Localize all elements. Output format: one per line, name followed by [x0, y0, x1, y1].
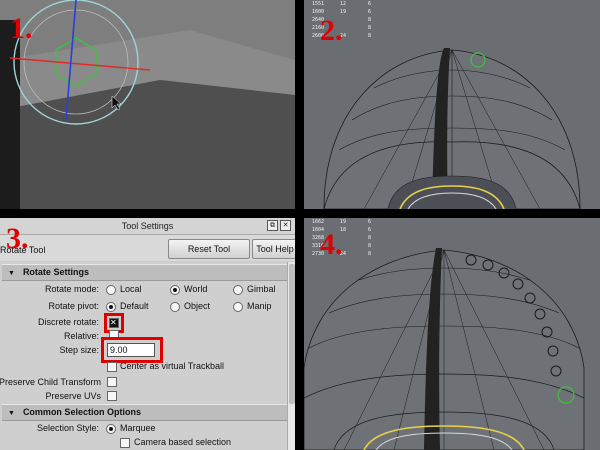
tool-header: Rotate Tool Reset Tool Tool Help [0, 235, 295, 261]
rotate-settings-label: Rotate Settings [22, 267, 89, 277]
viewport-4-scene [304, 248, 585, 450]
rotate-pivot-object-label: Object [184, 301, 211, 311]
relative-label: Relative: [63, 331, 99, 341]
viewport-1-scene [0, 0, 295, 209]
step-number-4: 4. [320, 228, 343, 261]
selection-style-marquee-radio[interactable] [106, 424, 116, 434]
rotate-mode-gimbal-label: Gimbal [247, 284, 276, 294]
trackball-label: Center as virtual Trackball [120, 361, 225, 371]
scrollbar-thumb[interactable] [289, 264, 295, 404]
rotate-mode-local-radio[interactable] [106, 285, 116, 295]
rotate-mode-label: Rotate mode: [44, 284, 99, 294]
step-number-2: 2. [320, 14, 343, 47]
preserve-child-label: Preserve Child Transform [0, 377, 101, 387]
collapse-triangle-icon: ▼ [8, 410, 15, 417]
rotate-pivot-default-radio[interactable] [106, 302, 116, 312]
preserve-uvs-checkbox[interactable] [107, 391, 117, 401]
common-selection-label: Common Selection Options [22, 407, 141, 417]
float-window-icon[interactable]: ⧉ [267, 220, 278, 231]
step-number-1: 1. [10, 12, 33, 45]
discrete-rotate-label: Discrete rotate: [37, 317, 99, 327]
viewport-panel-4[interactable]: 1662 19 6 1604 18 6 3268 8 3316 8 2730 24 8 4. [304, 218, 600, 450]
preserve-uvs-label: Preserve UVs [45, 391, 101, 401]
viewport-panel-2[interactable]: 1551 12 6 1600 19 6 2640 8 2160 8 2600 24 8 2. [304, 0, 600, 209]
preserve-child-checkbox[interactable] [107, 377, 117, 387]
rotate-pivot-manip-radio[interactable] [233, 302, 243, 312]
window-title: Tool Settings [121, 221, 174, 231]
rotate-pivot-object-radio[interactable] [170, 302, 180, 312]
tool-settings-panel: Tool Settings ⧉ ✕ Rotate Tool Reset Tool… [0, 218, 295, 450]
selection-style-label: Selection Style: [36, 423, 99, 433]
step-number-3: 3. [6, 222, 29, 255]
step-size-highlight [101, 337, 163, 363]
rotate-pivot-manip-label: Manip [247, 301, 272, 311]
trackball-checkbox[interactable] [107, 362, 117, 372]
tool-settings-body: ▼ Rotate Settings Rotate mode: Local Worl… [0, 262, 287, 450]
rotate-mode-gimbal-radio[interactable] [233, 285, 243, 295]
rotate-pivot-label: Rotate pivot: [48, 301, 99, 311]
common-selection-header[interactable]: ▼ Common Selection Options [2, 404, 287, 421]
camera-based-label: Camera based selection [134, 437, 232, 447]
settings-scrollbar[interactable] [287, 262, 295, 450]
rotate-mode-world-radio[interactable] [170, 285, 180, 295]
reset-tool-button[interactable]: Reset Tool [168, 239, 250, 259]
rotate-mode-world-label: World [184, 284, 208, 294]
step-size-label: Step size: [59, 345, 99, 355]
camera-based-checkbox[interactable] [120, 438, 130, 448]
rotate-pivot-default-label: Default [120, 301, 149, 311]
rotate-settings-header[interactable]: ▼ Rotate Settings [2, 264, 287, 281]
close-icon[interactable]: ✕ [280, 220, 291, 231]
selection-style-marquee-label: Marquee [120, 423, 156, 433]
viewport-2-scene [323, 48, 581, 209]
rotate-mode-local-label: Local [120, 284, 142, 294]
viewport-panel-1[interactable]: 1. [0, 0, 295, 209]
tool-help-button[interactable]: Tool Help [252, 239, 295, 259]
tool-settings-titlebar: Tool Settings ⧉ ✕ [0, 218, 295, 235]
collapse-triangle-icon: ▼ [8, 270, 15, 277]
